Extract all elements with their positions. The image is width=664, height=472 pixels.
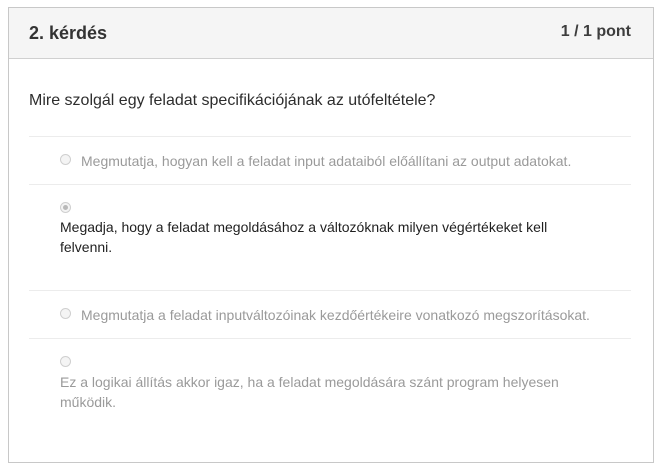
answer-label: Megadja, hogy a feladat megoldásához a v…: [60, 219, 548, 255]
answer-label: Ez a logikai állítás akkor igaz, ha a fe…: [60, 374, 559, 410]
answer-option-selected[interactable]: Megadja, hogy a feladat megoldásához a v…: [29, 184, 631, 290]
radio-button[interactable]: [60, 356, 71, 367]
answer-option[interactable]: Ez a logikai állítás akkor igaz, ha a fe…: [29, 338, 631, 418]
radio-button-checked[interactable]: [60, 202, 71, 213]
answer-option[interactable]: Megmutatja a feladat inputváltozóinak ke…: [29, 290, 631, 338]
answer-label: Megmutatja a feladat inputváltozóinak ke…: [81, 307, 590, 323]
answer-label: Megmutatja, hogyan kell a feladat input …: [81, 153, 572, 169]
question-text: Mire szolgál egy feladat specifikációján…: [29, 92, 436, 109]
answer-list: Megmutatja, hogyan kell a feladat input …: [29, 136, 631, 418]
radio-button[interactable]: [60, 154, 71, 165]
question-card: 2. kérdés 1 / 1 pont Mire szolgál egy fe…: [8, 7, 654, 463]
question-number: 2. kérdés: [29, 23, 108, 43]
question-points: 1 / 1 pont: [560, 23, 631, 40]
question-header: 2. kérdés 1 / 1 pont: [9, 8, 653, 59]
answer-option[interactable]: Megmutatja, hogyan kell a feladat input …: [29, 136, 631, 184]
radio-button[interactable]: [60, 308, 71, 319]
